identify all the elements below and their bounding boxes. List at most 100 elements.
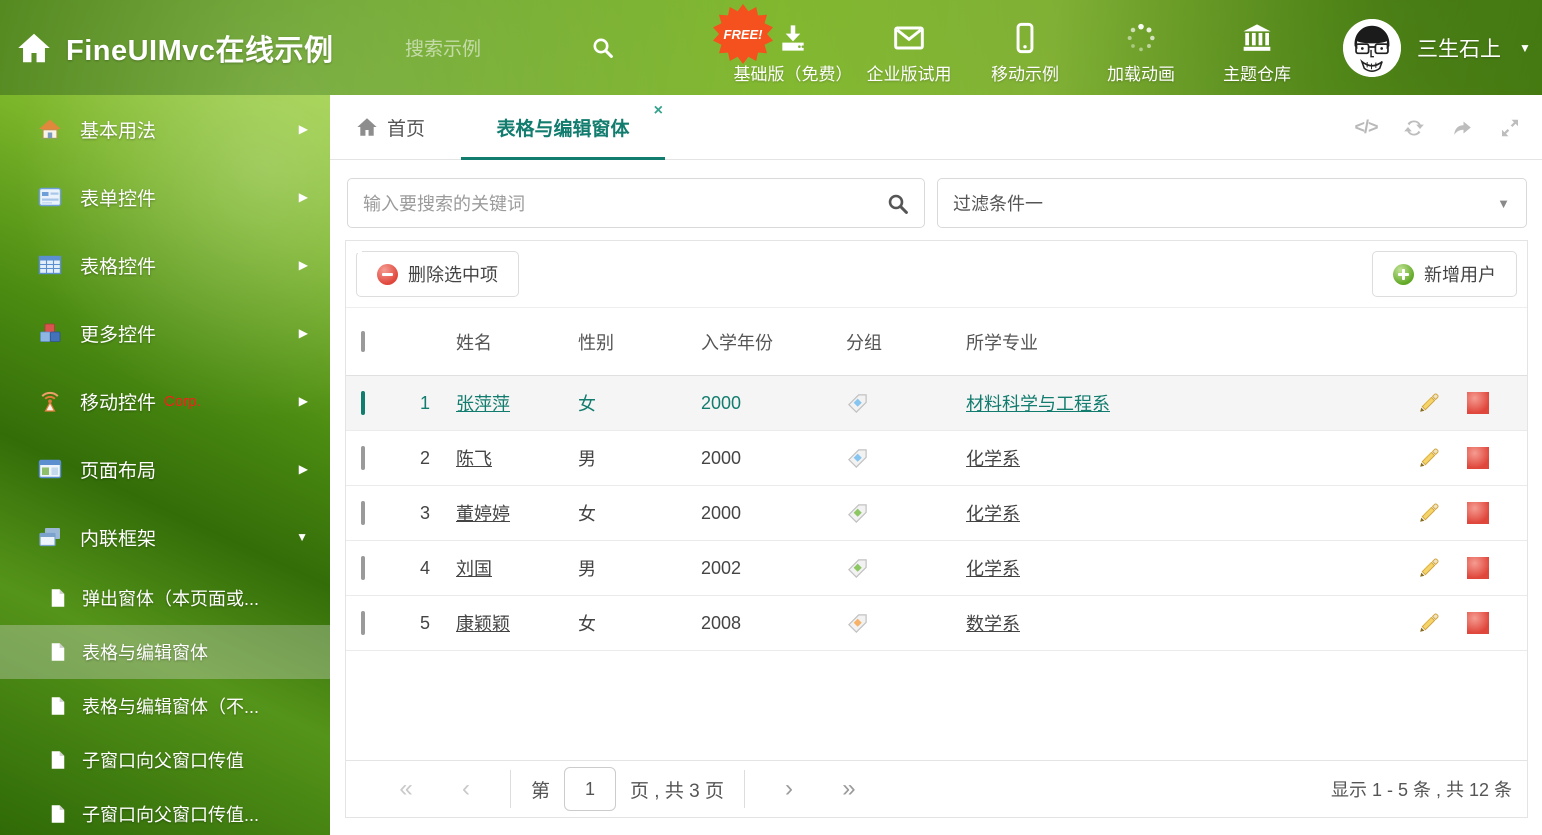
header-nav-item[interactable]: 企业版试用 xyxy=(851,10,967,85)
tag-icon xyxy=(846,447,869,470)
header-search[interactable]: 搜索示例 xyxy=(405,34,680,61)
tab-active-label: 表格与编辑窗体 xyxy=(497,114,630,141)
select-all-checkbox[interactable] xyxy=(361,331,365,352)
sidebar-item-label: 基本用法 xyxy=(80,116,156,143)
tab-active[interactable]: 表格与编辑窗体 × xyxy=(461,95,665,159)
delete-row-icon[interactable] xyxy=(1467,392,1489,414)
keyword-search-input[interactable]: 输入要搜索的关键词 xyxy=(347,178,925,228)
header-nav-label: 加载动画 xyxy=(1107,60,1175,85)
sidebar-item[interactable]: 更多控件▶ xyxy=(0,299,330,367)
fullscreen-icon[interactable] xyxy=(1498,116,1522,140)
tag-icon xyxy=(846,392,869,415)
col-header-name: 姓名 xyxy=(456,329,578,355)
avatar[interactable] xyxy=(1343,19,1401,77)
sidebar-item[interactable]: 基本用法▶ xyxy=(0,95,330,163)
cell-major: 化学系 xyxy=(966,555,1417,581)
share-icon[interactable] xyxy=(1450,116,1474,140)
add-user-button[interactable]: 新增用户 xyxy=(1372,251,1517,297)
page-icon xyxy=(48,804,68,824)
row-checkbox[interactable] xyxy=(361,501,365,525)
sidebar-item-label: 页面布局 xyxy=(80,456,156,483)
major-link[interactable]: 化学系 xyxy=(966,559,1020,579)
col-header-group: 分组 xyxy=(846,329,966,355)
delete-selected-button[interactable]: 删除选中项 xyxy=(356,251,519,297)
cell-edit xyxy=(1417,611,1467,635)
prev-page-button[interactable]: ‹ xyxy=(436,777,496,801)
last-page-button[interactable]: » xyxy=(819,777,879,801)
header-nav-item[interactable]: 移动示例 xyxy=(967,10,1083,85)
sidebar-subitem-label: 子窗口向父窗口传值... xyxy=(82,801,259,827)
cell-gender: 女 xyxy=(578,500,701,526)
cubes-icon xyxy=(38,321,62,345)
row-checkbox[interactable] xyxy=(361,446,365,470)
sidebar-item[interactable]: 移动控件Corp.▶ xyxy=(0,367,330,435)
sidebar-item[interactable]: 表单控件▶ xyxy=(0,163,330,231)
student-name-link[interactable]: 刘国 xyxy=(456,559,492,579)
edit-pencil-icon[interactable] xyxy=(1417,611,1441,635)
search-icon[interactable] xyxy=(591,36,615,60)
row-checkbox[interactable] xyxy=(361,556,365,580)
sidebar-subitem[interactable]: 子窗口向父窗口传值... xyxy=(0,787,330,835)
sidebar-subitem-label: 表格与编辑窗体 xyxy=(82,639,208,665)
student-name-link[interactable]: 董婷婷 xyxy=(456,504,510,524)
major-link[interactable]: 数学系 xyxy=(966,614,1020,634)
delete-row-icon[interactable] xyxy=(1467,557,1489,579)
close-icon[interactable]: × xyxy=(654,103,663,119)
cell-gender: 女 xyxy=(578,610,701,636)
grid-icon xyxy=(38,253,62,277)
page-label-prefix: 第 xyxy=(531,776,550,803)
major-link[interactable]: 化学系 xyxy=(966,449,1020,469)
sidebar-item[interactable]: 表格控件▶ xyxy=(0,231,330,299)
student-name-link[interactable]: 康颖颖 xyxy=(456,614,510,634)
form-icon xyxy=(38,185,62,209)
sidebar-subitem[interactable]: 子窗口向父窗口传值 xyxy=(0,733,330,787)
student-name-link[interactable]: 陈飞 xyxy=(456,449,492,469)
top-header: FineUIMvc在线示例 搜索示例 FREE!基础版（免费）企业版试用移动示例… xyxy=(0,0,1542,95)
row-number: 2 xyxy=(396,448,456,469)
edit-pencil-icon[interactable] xyxy=(1417,446,1441,470)
search-icon[interactable] xyxy=(886,192,910,216)
table-body: 1张萍萍女2000材料科学与工程系2陈飞男2000化学系3董婷婷女2000化学系… xyxy=(346,376,1527,651)
sidebar-item[interactable]: 页面布局 ▶ xyxy=(0,435,330,503)
edit-pencil-icon[interactable] xyxy=(1417,556,1441,580)
first-page-button[interactable]: « xyxy=(376,777,436,801)
tab-home[interactable]: 首页 xyxy=(346,95,435,159)
header-nav-label: 移动示例 xyxy=(991,60,1059,85)
cell-group xyxy=(846,612,966,635)
windows-icon xyxy=(38,525,62,549)
brand[interactable]: FineUIMvc在线示例 xyxy=(0,27,405,69)
page-label-suffix: 页 , 共 3 页 xyxy=(630,776,724,803)
student-name-link[interactable]: 张萍萍 xyxy=(456,394,510,414)
header-nav-item[interactable]: FREE!基础版（免费） xyxy=(735,10,851,85)
filter-dropdown[interactable]: 过滤条件一 ▼ xyxy=(937,178,1527,228)
major-link[interactable]: 化学系 xyxy=(966,504,1020,524)
sidebar-item[interactable]: 内联框架▼ xyxy=(0,503,330,571)
edit-pencil-icon[interactable] xyxy=(1417,391,1441,415)
chevron-right-icon: ▶ xyxy=(299,462,308,476)
refresh-icon[interactable] xyxy=(1402,116,1426,140)
delete-row-icon[interactable] xyxy=(1467,447,1489,469)
user-menu[interactable]: 三生石上 ▼ xyxy=(1343,19,1531,77)
keyword-search-placeholder: 输入要搜索的关键词 xyxy=(363,190,525,216)
delete-row-icon[interactable] xyxy=(1467,612,1489,634)
cell-group xyxy=(846,392,966,415)
table-row: 1张萍萍女2000材料科学与工程系 xyxy=(346,376,1527,431)
header-nav-item[interactable]: 加载动画 xyxy=(1083,10,1199,85)
sidebar-subitem[interactable]: 弹出窗体（本页面或... xyxy=(0,571,330,625)
major-link[interactable]: 材料科学与工程系 xyxy=(966,394,1110,414)
table-row: 4刘国男2002化学系 xyxy=(346,541,1527,596)
next-page-button[interactable]: › xyxy=(759,777,819,801)
row-checkbox[interactable] xyxy=(361,611,365,635)
tag-icon xyxy=(846,612,869,635)
sidebar-item-label: 更多控件 xyxy=(80,320,156,347)
edit-pencil-icon[interactable] xyxy=(1417,501,1441,525)
cell-edit xyxy=(1417,391,1467,415)
header-nav-item[interactable]: 主题仓库 xyxy=(1199,10,1315,85)
sidebar-subitem[interactable]: 表格与编辑窗体 xyxy=(0,625,330,679)
row-checkbox[interactable] xyxy=(361,391,365,415)
source-code-icon[interactable]: </> xyxy=(1354,116,1378,140)
sidebar-subitem[interactable]: 表格与编辑窗体（不... xyxy=(0,679,330,733)
page-number-input[interactable] xyxy=(564,767,616,811)
tag-icon xyxy=(846,502,869,525)
delete-row-icon[interactable] xyxy=(1467,502,1489,524)
